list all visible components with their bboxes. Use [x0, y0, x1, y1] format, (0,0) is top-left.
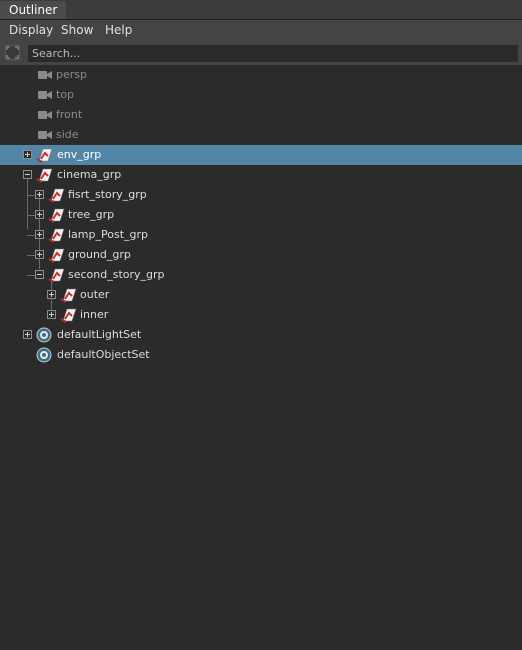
- tree-row-default-light-set[interactable]: defaultLightSet: [0, 325, 522, 345]
- tree-row-label: persp: [56, 68, 87, 81]
- tree-row-label: front: [56, 108, 83, 121]
- tree-row-label: fisrt_story_grp: [68, 188, 147, 201]
- tree-row-top[interactable]: top: [0, 85, 522, 105]
- set-icon: [36, 347, 52, 363]
- expand-icon[interactable]: [47, 310, 56, 319]
- group-icon: [48, 248, 65, 263]
- menu-help[interactable]: Help: [105, 20, 132, 42]
- expand-icon[interactable]: [35, 190, 44, 199]
- tree-row-ground-grp[interactable]: ground_grp: [0, 245, 522, 265]
- tree-row-front[interactable]: front: [0, 105, 522, 125]
- group-icon: [60, 288, 77, 303]
- tree-row-label: top: [56, 88, 75, 101]
- tree-row-second-story-grp[interactable]: second_story_grp: [0, 265, 522, 285]
- menu-show[interactable]: Show: [61, 20, 93, 42]
- tab-outliner[interactable]: Outliner: [0, 1, 67, 19]
- group-icon: [36, 148, 53, 163]
- outliner-window: Outliner Display Show Help Search... per…: [0, 0, 522, 650]
- expand-icon[interactable]: [35, 230, 44, 239]
- group-icon: [36, 168, 53, 183]
- menu-bar: Display Show Help: [0, 19, 522, 42]
- tree-row-cinema-grp[interactable]: cinema_grp: [0, 165, 522, 185]
- expand-icon[interactable]: [23, 150, 32, 159]
- camera-icon: [38, 71, 52, 79]
- group-icon: [48, 208, 65, 223]
- tree-row-default-object-set[interactable]: defaultObjectSet: [0, 345, 522, 365]
- tree-row-label: env_grp: [57, 148, 102, 161]
- tree-row-label: defaultLightSet: [57, 328, 142, 341]
- expand-icon[interactable]: [35, 210, 44, 219]
- tree-row-label: defaultObjectSet: [57, 348, 150, 361]
- tree-row-label: cinema_grp: [57, 168, 122, 181]
- filter-icon[interactable]: [5, 45, 20, 60]
- tree-row-label: side: [56, 128, 79, 141]
- tree-row-label: ground_grp: [68, 248, 131, 261]
- camera-icon: [38, 111, 52, 119]
- tree-row-label: lamp_Post_grp: [68, 228, 148, 241]
- set-icon: [36, 327, 52, 343]
- outliner-tree: persp top front side env_grp cinema_grp …: [0, 65, 522, 650]
- expand-icon[interactable]: [35, 250, 44, 259]
- tree-row-env-grp[interactable]: env_grp: [0, 145, 522, 165]
- tree-row-side[interactable]: side: [0, 125, 522, 145]
- tab-bar: Outliner: [0, 0, 522, 19]
- tree-row-label: tree_grp: [68, 208, 115, 221]
- camera-icon: [38, 131, 52, 139]
- collapse-icon[interactable]: [35, 270, 44, 279]
- expand-icon[interactable]: [47, 290, 56, 299]
- search-input[interactable]: [28, 45, 518, 62]
- collapse-icon[interactable]: [23, 170, 32, 179]
- group-icon: [48, 188, 65, 203]
- tree-row-inner[interactable]: inner: [0, 305, 522, 325]
- camera-icon: [38, 91, 52, 99]
- tree-row-outer[interactable]: outer: [0, 285, 522, 305]
- tree-row-label: outer: [80, 288, 110, 301]
- search-bar: [0, 42, 522, 65]
- expand-icon[interactable]: [23, 330, 32, 339]
- tree-row-label: second_story_grp: [68, 268, 165, 281]
- group-icon: [48, 228, 65, 243]
- tree-row-tree-grp[interactable]: tree_grp: [0, 205, 522, 225]
- group-icon: [48, 268, 65, 283]
- tree-row-lamp-post-grp[interactable]: lamp_Post_grp: [0, 225, 522, 245]
- tree-row-fisrt-story-grp[interactable]: fisrt_story_grp: [0, 185, 522, 205]
- group-icon: [60, 308, 77, 323]
- tree-row-label: inner: [80, 308, 109, 321]
- menu-display[interactable]: Display: [9, 20, 53, 42]
- tree-row-persp[interactable]: persp: [0, 65, 522, 85]
